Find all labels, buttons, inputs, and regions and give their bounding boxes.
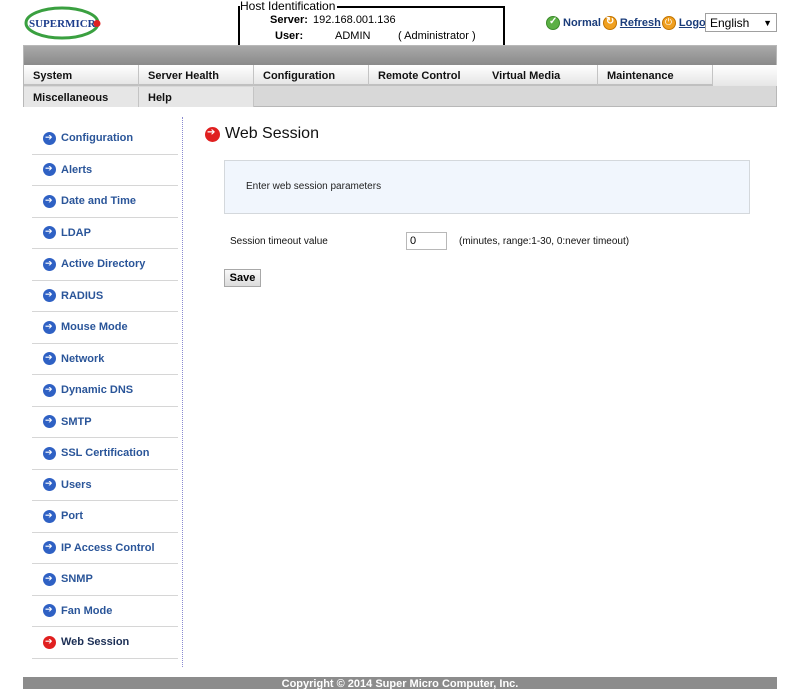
blue-arrow-icon [43,131,56,145]
sidebar-item-ip-access-control[interactable]: IP Access Control [32,533,178,564]
blue-arrow-icon [43,163,56,177]
sidebar-item-alerts[interactable]: Alerts [32,155,178,186]
sidebar-item-label: LDAP [61,226,91,239]
sidebar-item-label: Port [61,510,83,523]
blue-arrow-icon [43,383,56,397]
sidebar-item-label: RADIUS [61,289,104,302]
nav-tab-configuration[interactable]: Configuration [254,65,369,86]
nav-tab-miscellaneous[interactable]: Miscellaneous [24,87,139,107]
logout-icon[interactable] [661,16,676,30]
sidebar-item-label: SNMP [61,573,93,586]
refresh-link[interactable]: Refresh [620,17,661,29]
sidebar-item-ldap[interactable]: LDAP [32,218,178,249]
blue-arrow-icon [43,572,56,586]
sidebar-item-label: Mouse Mode [61,321,128,334]
refresh-icon[interactable] [602,16,617,30]
sidebar-item-label: Network [61,352,105,365]
blue-arrow-icon [43,604,56,618]
sidebar-item-users[interactable]: Users [32,470,178,501]
host-identification-legend: Host Identification [240,0,338,13]
main-navigation: System Server Health Configuration Remot… [23,45,777,107]
sidebar-item-label: Date and Time [61,195,136,208]
sidebar-item-dynamic-dns[interactable]: Dynamic DNS [32,375,178,407]
sidebar-menu: Configuration Alerts Date and Time LDAP Acti… [32,123,178,659]
sidebar-item-port[interactable]: Port [32,501,178,533]
nav-tab-help[interactable]: Help [139,87,254,107]
sidebar-item-label: Alerts [61,163,93,176]
header-actions: Normal Refresh Logout [546,14,716,32]
session-timeout-label: Session timeout value [230,236,328,247]
status-normal-label: Normal [563,17,601,29]
session-timeout-hint: (minutes, range:1-30, 0:never timeout) [459,236,630,247]
nav-tab-maintenance[interactable]: Maintenance [598,65,713,86]
logo-text: SUPERMICR [29,18,97,30]
sidebar-item-active-directory[interactable]: Active Directory [32,249,178,281]
blue-arrow-icon [43,289,56,303]
language-select[interactable]: English ▼ [705,13,777,32]
sidebar-item-label: Fan Mode [61,604,113,617]
sidebar-item-radius[interactable]: RADIUS [32,281,178,312]
sidebar-item-web-session[interactable]: Web Session [32,627,178,659]
footer-copyright: Copyright © 2014 Super Micro Computer, I… [23,677,777,690]
nav-tab-remote-control[interactable]: Remote Control [369,65,484,86]
supermicro-logo: SUPERMICR [24,4,104,40]
sidebar-item-label: SMTP [61,415,92,428]
sidebar-item-label: SSL Certification [61,447,150,460]
server-value: 192.168.001.136 [313,14,396,26]
sidebar-divider [182,117,183,667]
blue-arrow-icon [43,320,56,334]
info-box: Enter web session parameters [224,160,750,214]
nav-top-strip [24,46,776,65]
blue-arrow-icon [43,257,56,271]
sidebar-item-configuration[interactable]: Configuration [32,123,178,155]
sidebar-item-label: Dynamic DNS [61,384,134,397]
sidebar-item-smtp[interactable]: SMTP [32,407,178,438]
user-role: ( Administrator ) [398,30,476,42]
nav-tab-server-health[interactable]: Server Health [139,65,254,86]
user-value: ADMIN [335,30,371,42]
logo-swoosh-icon: SUPERMICR [24,6,101,40]
nav-tab-virtual-media[interactable]: Virtual Media [483,65,598,86]
info-text: Enter web session parameters [246,181,382,192]
nav-tab-filler [713,65,777,86]
page-title: Web Session [205,125,319,143]
session-timeout-input[interactable] [406,232,447,250]
sidebar-item-snmp[interactable]: SNMP [32,564,178,596]
sidebar-item-label: Active Directory [61,258,146,271]
sidebar-item-label: IP Access Control [61,541,155,554]
status-ok-icon [546,16,560,30]
save-button[interactable]: Save [224,269,261,287]
blue-arrow-icon [43,415,56,429]
sidebar-item-date-and-time[interactable]: Date and Time [32,186,178,218]
page-title-text: Web Session [225,125,319,142]
dropdown-arrow-icon: ▼ [763,17,772,28]
sidebar-item-mouse-mode[interactable]: Mouse Mode [32,312,178,344]
sidebar-item-ssl-certification[interactable]: SSL Certification [32,438,178,470]
sidebar-item-label: Configuration [61,132,134,145]
blue-arrow-icon [43,509,56,523]
blue-arrow-icon [43,226,56,240]
red-arrow-icon [205,126,220,142]
sidebar-item-network[interactable]: Network [32,344,178,375]
sidebar-item-label: Web Session [61,636,130,649]
blue-arrow-icon [43,194,56,208]
nav-tab-system[interactable]: System [24,65,139,86]
server-label: Server: [270,14,308,26]
sidebar-item-fan-mode[interactable]: Fan Mode [32,596,178,627]
blue-arrow-icon [43,478,56,492]
blue-arrow-icon [43,446,56,460]
language-selected-value: English [710,15,750,30]
user-label: User: [275,30,304,42]
sidebar-item-label: Users [61,478,92,491]
blue-arrow-icon [43,352,56,366]
red-arrow-icon [43,635,56,649]
blue-arrow-icon [43,541,56,555]
